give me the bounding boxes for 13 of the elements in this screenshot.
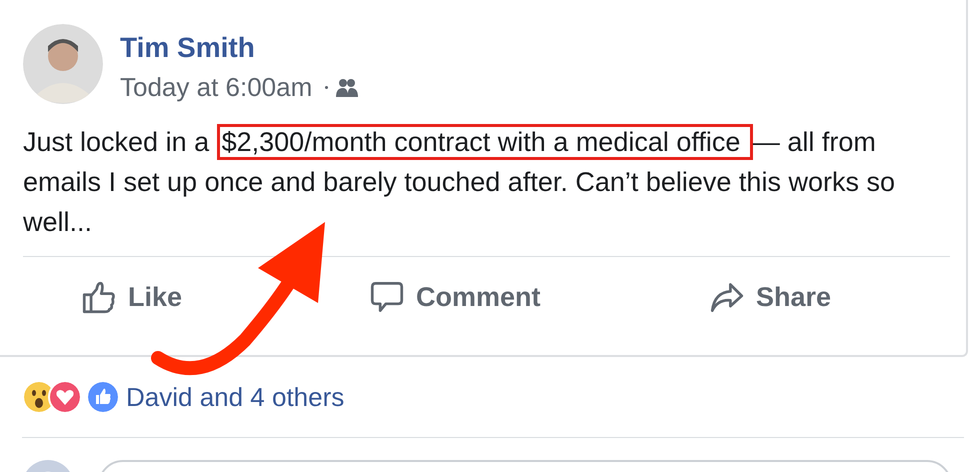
people-icon[interactable]	[336, 78, 358, 98]
thumbs-up-icon	[82, 280, 116, 314]
comment-button[interactable]: Comment	[370, 280, 541, 314]
like-button[interactable]: Like	[82, 280, 182, 314]
heart-reaction-icon	[48, 380, 82, 414]
avatar[interactable]	[23, 24, 103, 104]
speech-bubble-icon	[370, 280, 404, 314]
author-name[interactable]: Tim Smith	[120, 32, 358, 64]
like-reaction-icon	[86, 380, 120, 414]
reaction-summary[interactable]: David and 4 others	[126, 382, 344, 412]
share-button[interactable]: Share	[710, 280, 832, 314]
post-time[interactable]: Today at 6:00am	[120, 72, 312, 103]
share-arrow-icon	[710, 280, 744, 314]
